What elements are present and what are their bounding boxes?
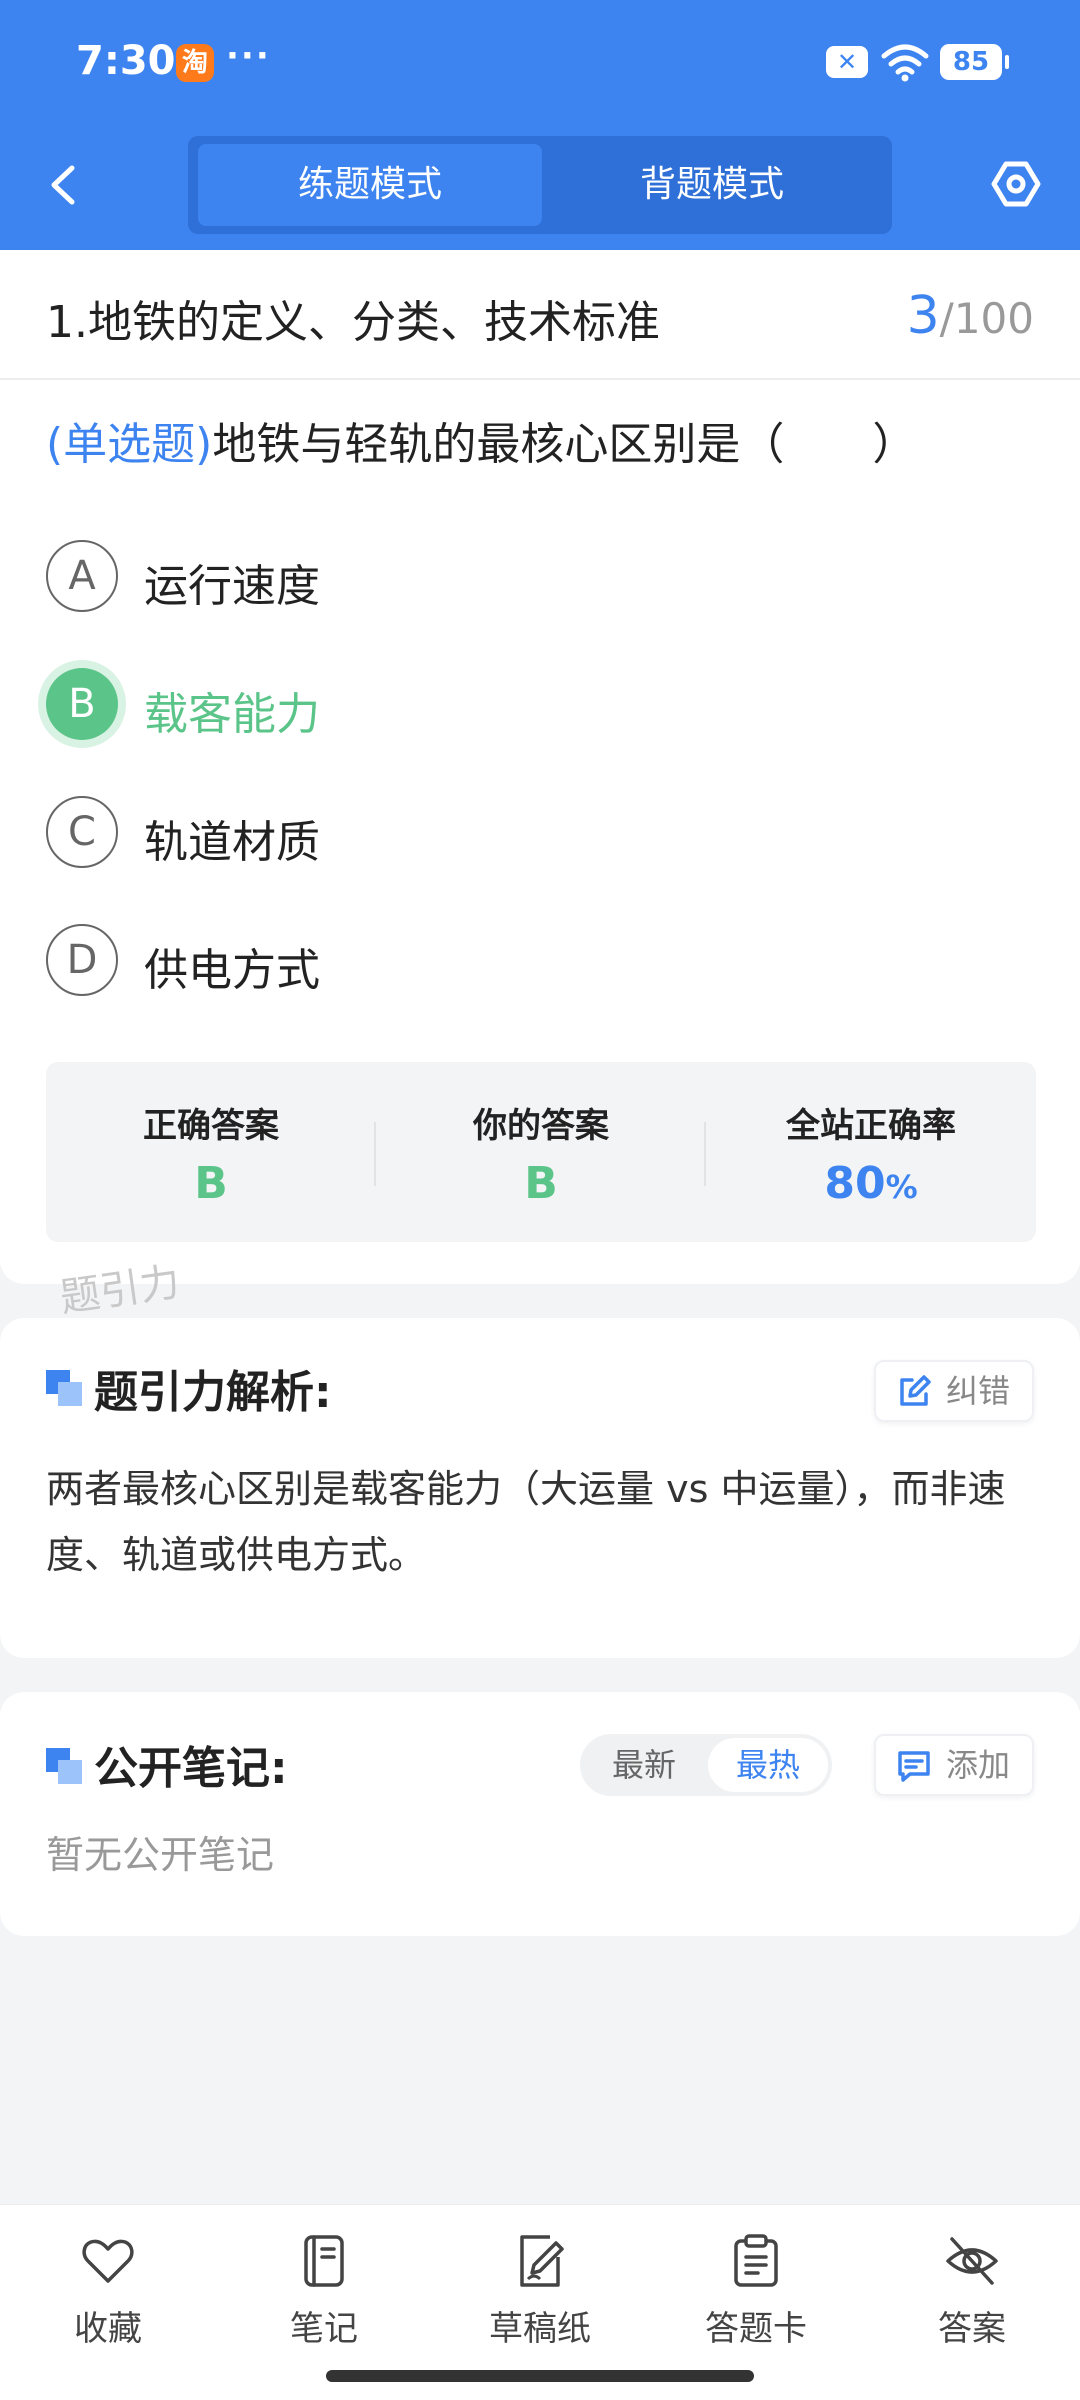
section-squares-icon	[46, 1748, 82, 1784]
back-button[interactable]	[40, 160, 90, 210]
answer-result-box: 正确答案 B 你的答案 B 全站正确率 80%	[46, 1062, 1036, 1242]
more-notifications-icon: ···	[226, 36, 271, 76]
draft-paper-label: 草稿纸	[489, 2309, 591, 2349]
wifi-icon	[881, 44, 929, 82]
notes-label: 笔记	[290, 2309, 358, 2349]
draft-paper-button[interactable]: 草稿纸	[460, 2233, 620, 2363]
favorite-button[interactable]: 收藏	[28, 2233, 188, 2363]
divider	[0, 378, 1080, 380]
add-note-button[interactable]: 添加	[873, 1734, 1034, 1796]
accuracy-value: 80%	[706, 1158, 1036, 1209]
analysis-title: 题引力解析:	[94, 1367, 332, 1418]
option-letter: D	[46, 924, 118, 996]
chevron-left-icon	[51, 165, 75, 205]
no-sim-icon: ✕	[826, 46, 868, 78]
question-stem: (单选题)地铁与轻轨的最核心区别是（ ）	[46, 408, 1046, 472]
option-letter: C	[46, 796, 118, 868]
accuracy-stat: 全站正确率 80%	[706, 1062, 1036, 1242]
heart-icon	[82, 2239, 134, 2283]
option-d[interactable]: D 供电方式	[46, 924, 1026, 996]
accuracy-number: 80	[824, 1158, 886, 1209]
option-c[interactable]: C 轨道材质	[46, 796, 1026, 868]
section-squares-icon	[46, 1370, 82, 1406]
option-letter: A	[46, 540, 118, 612]
public-notes-section: 公开笔记: 最新 最热 添加 暂无公开笔记	[0, 1692, 1080, 1936]
edit-icon	[900, 1375, 931, 1406]
status-bar: 7:30 淘 ··· ✕ 85	[0, 0, 1080, 120]
correct-answer-stat: 正确答案 B	[46, 1062, 376, 1242]
option-a[interactable]: A 运行速度	[46, 540, 1026, 612]
notes-sort-toggle: 最新 最热	[580, 1734, 832, 1796]
answer-sheet-label: 答题卡	[705, 2309, 807, 2349]
your-answer-value: B	[524, 1158, 558, 1209]
sort-latest[interactable]: 最新	[584, 1738, 704, 1792]
current-question-number: 3	[906, 286, 940, 346]
tab-memorize-mode[interactable]: 背题模式	[540, 144, 884, 226]
taobao-app-icon: 淘	[176, 44, 214, 82]
option-letter: B	[46, 668, 118, 740]
analysis-text: 两者最核心区别是载客能力（大运量 vs 中运量），而非速度、轨道或供电方式。	[46, 1467, 1006, 1577]
total-questions: /100	[939, 294, 1034, 343]
chapter-title: 1.地铁的定义、分类、技术标准	[46, 297, 660, 348]
accuracy-label: 全站正确率	[786, 1106, 956, 1146]
settings-button[interactable]	[990, 158, 1042, 210]
your-answer-stat: 你的答案 B	[376, 1062, 706, 1242]
comment-icon	[898, 1751, 930, 1782]
option-text: 供电方式	[144, 945, 320, 996]
question-type: (单选题)	[46, 419, 213, 470]
toggle-answer-label: 答案	[938, 2309, 1006, 2349]
notebook-icon	[304, 2235, 344, 2287]
correct-answer-value: B	[194, 1158, 228, 1209]
battery-indicator: 85	[940, 44, 1009, 80]
option-b[interactable]: B 载客能力	[46, 668, 1026, 740]
answer-sheet-icon	[734, 2234, 778, 2287]
top-bar: 7:30 淘 ··· ✕ 85 练题模式 背题模式	[0, 0, 1080, 250]
question-card: 1.地铁的定义、分类、技术标准 3/100 (单选题)地铁与轻轨的最核心区别是（…	[0, 250, 1080, 1284]
report-error-label: 纠错	[945, 1372, 1010, 1410]
tab-practice-mode[interactable]: 练题模式	[198, 144, 542, 226]
your-answer-label: 你的答案	[473, 1106, 609, 1146]
option-text: 运行速度	[144, 561, 320, 612]
add-note-label: 添加	[945, 1746, 1010, 1784]
settings-hexagon-icon	[991, 161, 1041, 207]
toggle-answer-button[interactable]: 答案	[892, 2233, 1052, 2363]
accuracy-unit: %	[885, 1168, 918, 1206]
option-text: 载客能力	[144, 689, 320, 740]
answer-sheet-button[interactable]: 答题卡	[676, 2233, 836, 2363]
question-text: 地铁与轻轨的最核心区别是（ ）	[212, 419, 917, 470]
notes-button[interactable]: 笔记	[244, 2233, 404, 2363]
report-error-button[interactable]: 纠错	[873, 1360, 1034, 1422]
home-indicator[interactable]	[326, 2370, 754, 2382]
mode-toggle: 练题模式 背题模式	[188, 136, 892, 234]
notes-title: 公开笔记:	[94, 1743, 288, 1794]
correct-answer-label: 正确答案	[143, 1106, 279, 1146]
status-time: 7:30	[76, 38, 176, 84]
analysis-section: 题引力解析: 纠错 两者最核心区别是载客能力（大运量 vs 中运量），而非速度、…	[0, 1318, 1080, 1658]
question-progress: 3/100	[907, 286, 1034, 346]
eye-off-icon	[946, 2237, 998, 2285]
favorite-label: 收藏	[74, 2309, 142, 2349]
sort-hottest[interactable]: 最热	[708, 1738, 828, 1792]
notes-empty-text: 暂无公开笔记	[46, 1833, 275, 1877]
option-text: 轨道材质	[144, 817, 320, 868]
draft-paper-icon	[520, 2235, 564, 2287]
